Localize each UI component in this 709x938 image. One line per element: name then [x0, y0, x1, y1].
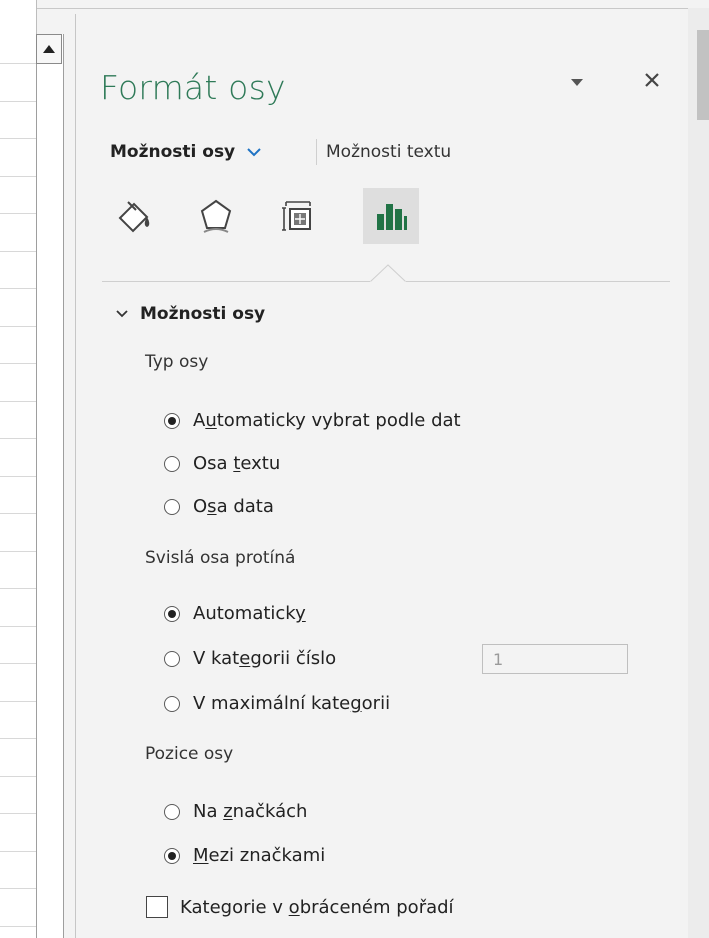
gridline: [0, 288, 36, 289]
checkbox-label: Kategorie v obráceném pořadí: [180, 896, 454, 918]
gridline: [0, 513, 36, 514]
axis-position-label: Pozice osy: [145, 744, 234, 764]
tab-axis-options[interactable]: Možnosti osy: [110, 142, 261, 162]
radio-button[interactable]: [164, 455, 180, 472]
chevron-down-icon: [116, 310, 128, 318]
gridline: [0, 101, 36, 102]
pane-scrollbar[interactable]: [688, 8, 709, 938]
gridline: [0, 813, 36, 814]
radio-button[interactable]: [164, 412, 180, 429]
gridline: [0, 738, 36, 739]
gridline: [0, 176, 36, 177]
scroll-up-button[interactable]: [36, 34, 62, 64]
gridline: [0, 326, 36, 327]
axis-type-label: Typ osy: [145, 352, 209, 372]
gridline: [0, 701, 36, 702]
gridline: [0, 926, 36, 927]
tab-text-options[interactable]: Možnosti textu: [326, 142, 451, 162]
chevron-down-icon: [247, 147, 261, 157]
radio-label: Mezi značkami: [193, 845, 326, 866]
radio-label: V kategorii číslo: [193, 648, 337, 669]
gridline: [0, 438, 36, 439]
gridline: [0, 476, 36, 477]
tab-axis-options-label: Možnosti osy: [110, 142, 236, 162]
category-number-input[interactable]: [482, 644, 628, 674]
gridline: [0, 663, 36, 664]
gridline: [0, 551, 36, 552]
gridline: [0, 776, 36, 777]
pane-divider: [75, 14, 76, 938]
active-tab-notch-icon: [370, 264, 406, 283]
radio-label: V maximální kategorii: [193, 693, 391, 714]
radio-button[interactable]: [164, 498, 180, 515]
fill-line-button[interactable]: [106, 188, 162, 244]
reverse-order-checkbox[interactable]: [146, 896, 168, 918]
top-border: [0, 8, 709, 9]
radio-text-axis[interactable]: Osa textu: [164, 453, 280, 474]
triangle-up-icon: [43, 45, 55, 53]
fill-line-icon: [118, 201, 150, 233]
axis-options-button[interactable]: [363, 188, 419, 244]
size-properties-button[interactable]: [270, 188, 326, 244]
radio-button[interactable]: [164, 650, 180, 667]
radio-button[interactable]: [164, 695, 180, 712]
worksheet-vertical-scrollbar[interactable]: [36, 34, 64, 938]
worksheet-grid-strip: [0, 0, 37, 938]
gridline: [0, 588, 36, 589]
pane-title: Formát osy: [100, 68, 286, 107]
radio-between-tick-marks[interactable]: Mezi značkami: [164, 845, 325, 866]
radio-on-tick-marks[interactable]: Na značkách: [164, 801, 307, 822]
gridline: [0, 888, 36, 889]
radio-crosses-automatic[interactable]: Automaticky: [164, 603, 306, 624]
close-icon: [645, 73, 659, 87]
caret-down-icon: [571, 78, 583, 86]
radio-label: Osa data: [193, 496, 274, 517]
radio-label: Na značkách: [193, 801, 308, 822]
radio-crosses-max-category[interactable]: V maximální kategorii: [164, 693, 390, 714]
gridline: [0, 851, 36, 852]
pane-scrollbar-thumb[interactable]: [697, 30, 709, 120]
gridline: [0, 626, 36, 627]
gridline: [0, 363, 36, 364]
radio-label: Osa textu: [193, 453, 281, 474]
tab-separator: [316, 139, 317, 165]
radio-date-axis[interactable]: Osa data: [164, 496, 274, 517]
radio-label: Automaticky: [193, 603, 306, 624]
vertical-axis-crosses-label: Svislá osa protíná: [145, 548, 296, 568]
radio-button[interactable]: [164, 847, 180, 864]
gridline: [0, 63, 36, 64]
task-pane-options-button[interactable]: [562, 67, 592, 97]
section-title: Možnosti osy: [140, 304, 266, 324]
section-axis-options-toggle[interactable]: Možnosti osy: [116, 304, 265, 324]
size-properties-icon: [282, 201, 311, 231]
axis-options-icon: [377, 204, 407, 230]
radio-button[interactable]: [164, 605, 180, 622]
gridline: [0, 138, 36, 139]
gridline: [0, 401, 36, 402]
radio-auto-select[interactable]: Automaticky vybrat podle dat: [164, 410, 461, 431]
gridline: [0, 213, 36, 214]
gridline: [0, 251, 36, 252]
radio-crosses-category-number[interactable]: V kategorii číslo: [164, 648, 336, 669]
categories-reverse-order-checkbox-row[interactable]: Kategorie v obráceném pořadí: [146, 896, 454, 918]
radio-label: Automaticky vybrat podle dat: [193, 410, 461, 431]
close-pane-button[interactable]: [636, 64, 668, 96]
effects-button[interactable]: [188, 188, 244, 244]
radio-button[interactable]: [164, 803, 180, 820]
effects-icon: [200, 199, 232, 233]
